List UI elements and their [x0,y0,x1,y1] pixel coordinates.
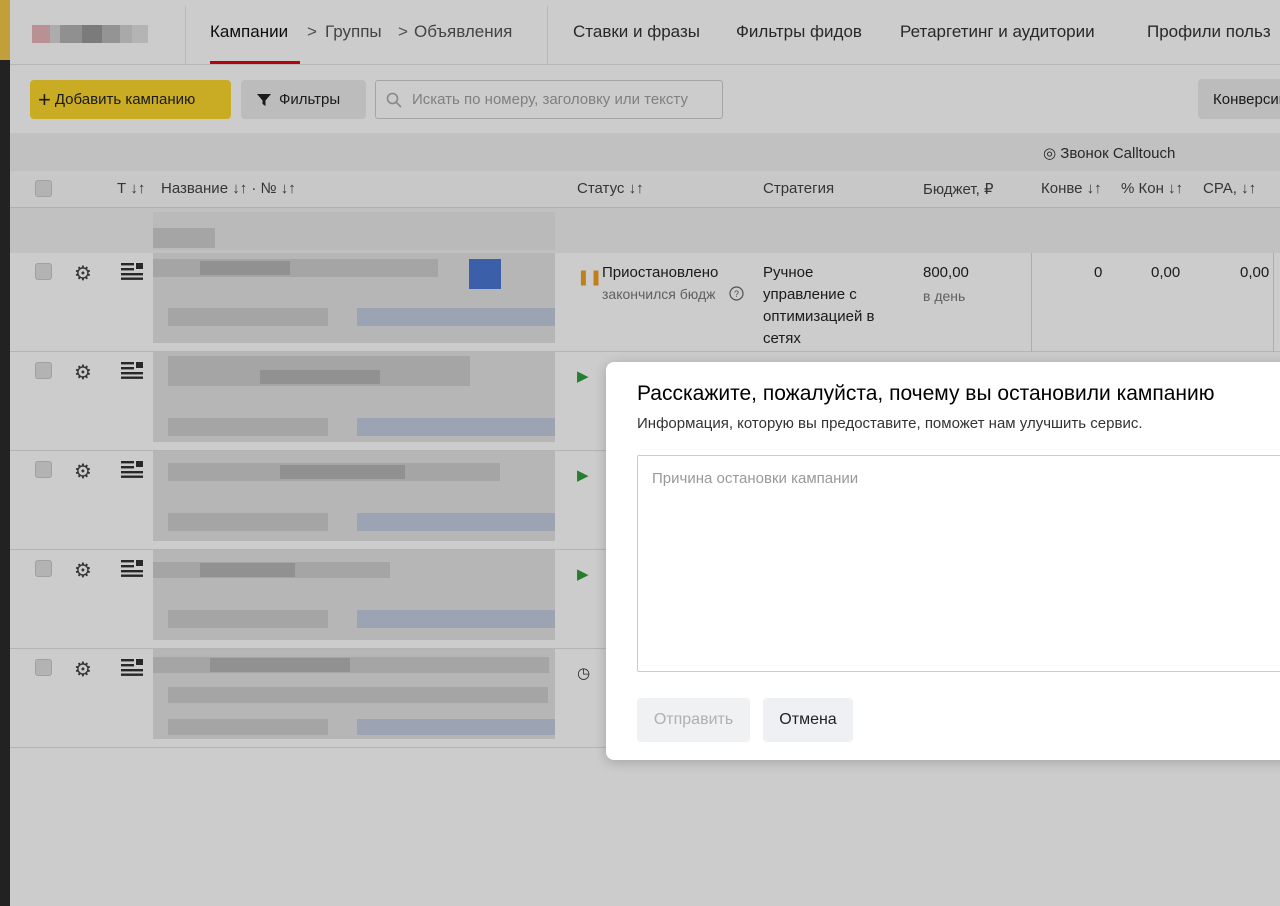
cancel-button[interactable]: Отмена [763,698,853,742]
dialog-title: Расскажите, пожалуйста, почему вы остано… [637,382,1215,405]
dialog-subtitle: Информация, которую вы предоставите, пом… [637,415,1143,432]
stop-reason-textarea[interactable] [637,455,1280,672]
stop-reason-dialog: Расскажите, пожалуйста, почему вы остано… [606,362,1280,760]
send-button[interactable]: Отправить [637,698,750,742]
